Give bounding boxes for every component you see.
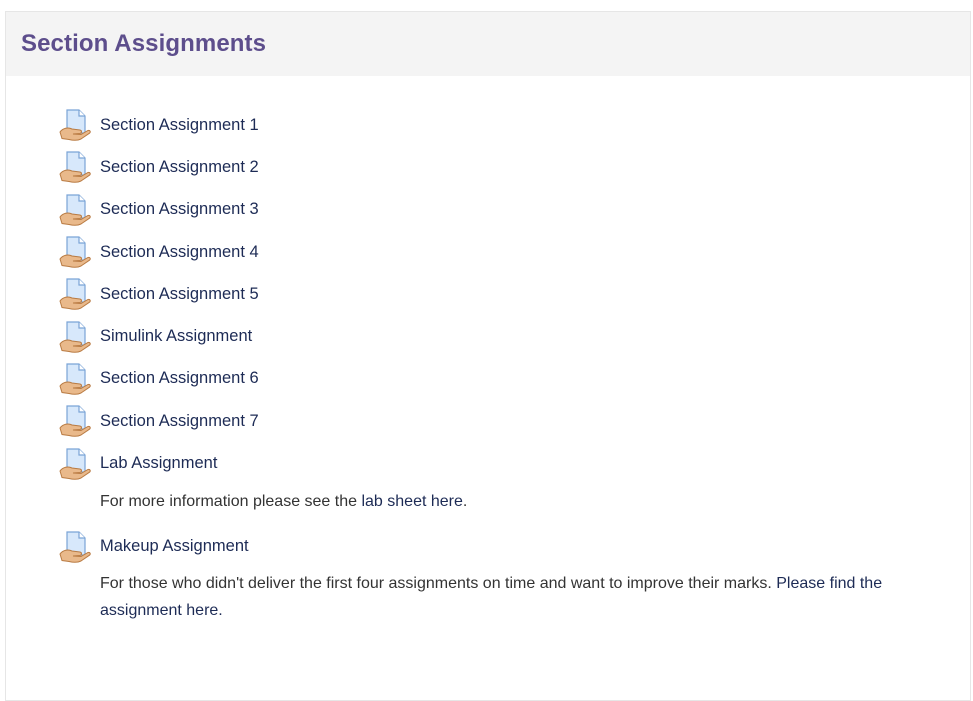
assignment-icon[interactable] xyxy=(58,150,92,184)
assignment-row[interactable]: Makeup Assignment xyxy=(58,526,970,568)
description-text: For those who didn't deliver the first f… xyxy=(100,574,777,592)
list-item-section-assignment-3: Section Assignment 3 xyxy=(58,189,970,231)
assignment-link[interactable]: Makeup Assignment xyxy=(100,537,249,556)
description-text-end: . xyxy=(462,492,468,510)
list-item-lab-assignment: Lab Assignment For more information plea… xyxy=(58,442,970,514)
assignment-icon[interactable] xyxy=(58,404,92,438)
assignment-link[interactable]: Section Assignment 1 xyxy=(100,116,259,135)
assignment-link[interactable]: Section Assignment 7 xyxy=(100,412,259,431)
assignment-row[interactable]: Section Assignment 5 xyxy=(58,273,970,315)
assignment-icon[interactable] xyxy=(58,530,92,564)
list-item-makeup-assignment: Makeup Assignment For those who didn't d… xyxy=(58,526,970,624)
list-item-section-assignment-2: Section Assignment 2 xyxy=(58,146,970,188)
section-header: Section Assignments xyxy=(6,12,970,76)
assignment-link[interactable]: Section Assignment 2 xyxy=(100,158,259,177)
assignment-icon[interactable] xyxy=(58,362,92,396)
list-item-section-assignment-6: Section Assignment 6 xyxy=(58,358,970,400)
assignment-link[interactable]: Section Assignment 6 xyxy=(100,369,259,388)
description-text: For more information please see the xyxy=(100,492,362,510)
assignment-row[interactable]: Section Assignment 2 xyxy=(58,146,970,188)
assignment-link[interactable]: Lab Assignment xyxy=(100,454,217,473)
list-item-section-assignment-7: Section Assignment 7 xyxy=(58,400,970,442)
section-title: Section Assignments xyxy=(21,30,267,57)
lab-sheet-link[interactable]: lab sheet here xyxy=(361,493,462,510)
assignment-list: Section Assignment 1 Section Assignment … xyxy=(6,76,970,624)
assignment-row[interactable]: Section Assignment 1 xyxy=(58,104,970,146)
list-item-section-assignment-1: Section Assignment 1 xyxy=(58,104,970,146)
assignment-row[interactable]: Section Assignment 3 xyxy=(58,189,970,231)
assignment-row[interactable]: Simulink Assignment xyxy=(58,315,970,357)
assignment-icon[interactable] xyxy=(58,193,92,227)
assignment-link[interactable]: Simulink Assignment xyxy=(100,327,252,346)
assignment-row[interactable]: Section Assignment 6 xyxy=(58,358,970,400)
assignment-icon[interactable] xyxy=(58,447,92,481)
assignment-icon[interactable] xyxy=(58,277,92,311)
assignment-link[interactable]: Section Assignment 5 xyxy=(100,285,259,304)
assignment-row[interactable]: Section Assignment 7 xyxy=(58,400,970,442)
assignment-link[interactable]: Section Assignment 4 xyxy=(100,243,259,262)
lab-assignment-description: For more information please see the lab … xyxy=(100,488,930,515)
assignment-row[interactable]: Lab Assignment xyxy=(58,442,970,484)
makeup-assignment-description: For those who didn't deliver the first f… xyxy=(100,570,930,624)
assignment-icon[interactable] xyxy=(58,108,92,142)
assignment-row[interactable]: Section Assignment 4 xyxy=(58,231,970,273)
assignment-icon[interactable] xyxy=(58,320,92,354)
list-item-simulink-assignment: Simulink Assignment xyxy=(58,315,970,357)
section-panel: Section Assignments Section Assignment 1… xyxy=(5,11,971,701)
list-item-section-assignment-5: Section Assignment 5 xyxy=(58,273,970,315)
list-item-section-assignment-4: Section Assignment 4 xyxy=(58,231,970,273)
assignment-link[interactable]: Section Assignment 3 xyxy=(100,200,259,219)
assignment-icon[interactable] xyxy=(58,235,92,269)
